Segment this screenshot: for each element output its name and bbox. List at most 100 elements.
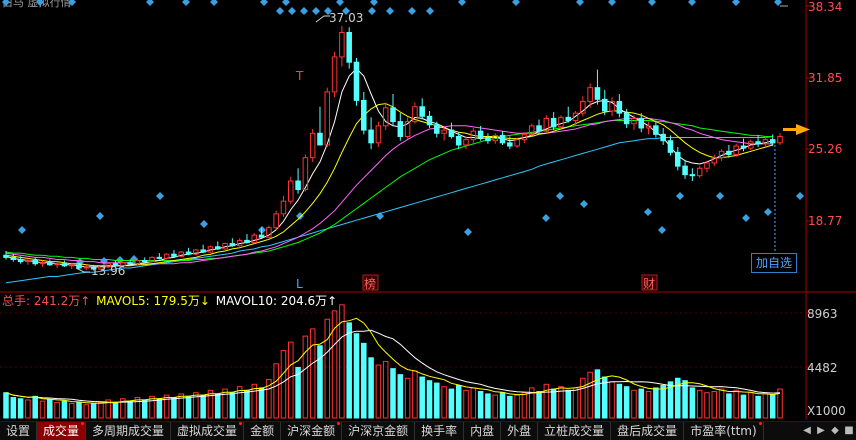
candle-body (375, 125, 382, 144)
tab-item[interactable]: 金额 (244, 422, 282, 440)
candle-body (777, 135, 783, 144)
tab-item[interactable]: 虚拟成交量 (171, 422, 245, 440)
candle (149, 256, 155, 263)
candle (339, 25, 345, 67)
candle (375, 121, 382, 148)
tab-item[interactable]: 立桩成交量 (538, 422, 612, 440)
event-diamond (774, 0, 782, 6)
event-diamond (580, 200, 588, 208)
event-diamond (182, 0, 190, 6)
candle (302, 154, 309, 192)
event-diamond (210, 0, 218, 6)
tab-item[interactable]: 成交量 (37, 422, 87, 440)
volume-bar (244, 389, 250, 419)
candle-body (441, 129, 447, 134)
candle-body (76, 264, 82, 269)
candle-body (499, 134, 506, 144)
diamond-icon[interactable]: ◆ (828, 422, 842, 440)
candle-body (185, 251, 192, 255)
candle-body (382, 107, 389, 127)
candle-body (419, 106, 425, 117)
volume-bar (361, 342, 367, 419)
volume-bar (631, 389, 637, 419)
volume-bar (47, 399, 53, 419)
event-diamond (732, 0, 740, 6)
volume-bar (141, 399, 148, 419)
candle (353, 57, 360, 106)
event-marker-l[interactable]: L (296, 277, 303, 291)
tab-item[interactable]: 盘后成交量 (611, 422, 685, 440)
event-marker-bang[interactable]: 榜 (362, 274, 379, 291)
volume-bar (536, 391, 542, 419)
candle (499, 131, 506, 145)
volume-bar (594, 369, 601, 419)
event-diamond (764, 208, 772, 216)
add-watch-button[interactable]: 加自选 (751, 253, 797, 273)
scroll-right-icon[interactable]: ▶ (814, 422, 828, 440)
t-marker: T (295, 69, 304, 83)
volume-bar (10, 397, 17, 419)
tab-item[interactable]: 外盘 (501, 422, 539, 440)
candle (762, 136, 769, 148)
tab-item[interactable]: 沪深京金额 (342, 422, 416, 440)
event-diamond (542, 214, 550, 222)
candle-body (171, 253, 177, 257)
ma5-line (5, 67, 773, 268)
kline-chart[interactable]: 38.34 31.85 25.26 18.77 8963 4482 X1000 … (0, 0, 856, 439)
candle (528, 123, 535, 137)
tab-item[interactable]: 设置 (0, 422, 38, 440)
volume-bar (769, 394, 776, 419)
volume-bar (514, 394, 520, 419)
candle-body (463, 139, 469, 146)
volume-axis: 8963 4482 X1000 (807, 307, 846, 418)
volume-bar (689, 387, 696, 419)
square-icon[interactable]: ■ (842, 422, 856, 440)
volume-bar (733, 389, 739, 419)
volume-bar (90, 403, 97, 419)
candle (426, 111, 433, 128)
candle (251, 232, 258, 244)
volume-bar (434, 382, 440, 419)
tab-item[interactable]: 多周期成交量 (86, 422, 172, 440)
candle (616, 94, 623, 118)
volume-bar (748, 392, 754, 419)
candle-body (594, 87, 601, 100)
tab-item[interactable]: 市盈率(ttm) (684, 422, 764, 440)
volume-bar (507, 395, 513, 419)
candle (740, 138, 747, 152)
event-diamond (464, 228, 472, 236)
volume-bar (485, 393, 491, 419)
candle-body (273, 213, 279, 229)
scroll-left-icon[interactable]: ◀ (800, 422, 814, 440)
candle (682, 159, 688, 179)
candle (361, 91, 367, 135)
event-diamond (336, 0, 344, 6)
volume-bar (718, 388, 725, 419)
volume-bar (229, 392, 236, 419)
volume-bar (302, 335, 309, 419)
candle (689, 168, 696, 181)
volume-bar (163, 394, 170, 419)
volume-bar (112, 401, 119, 419)
volume-bar (54, 401, 60, 419)
tab-item[interactable]: 沪深金额 (281, 422, 343, 440)
tab-item[interactable]: 换手率 (415, 422, 465, 440)
candle-body (623, 112, 630, 125)
event-diamond (2, 0, 10, 6)
candle (660, 127, 666, 145)
candle (214, 241, 221, 250)
candle-body (638, 117, 645, 129)
event-diamond (556, 192, 564, 200)
volume-bar (543, 383, 550, 419)
event-marker-cai[interactable]: 财 (641, 274, 658, 291)
indicator-tab-bar: 设置 成交量 多周期成交量 虚拟成交量 金额 沪深金额 沪深京金额 换手率 内盘 外盘 立桩成交量盘… (0, 421, 856, 440)
event-diamond (146, 0, 154, 6)
volume-bar (258, 387, 265, 419)
candle-body (740, 145, 747, 149)
candle-body (324, 91, 331, 146)
candle (266, 225, 272, 239)
tab-item[interactable]: 内盘 (464, 422, 502, 440)
volume-bar (696, 389, 703, 419)
tab-dot (239, 422, 243, 425)
candle-body (17, 258, 24, 263)
